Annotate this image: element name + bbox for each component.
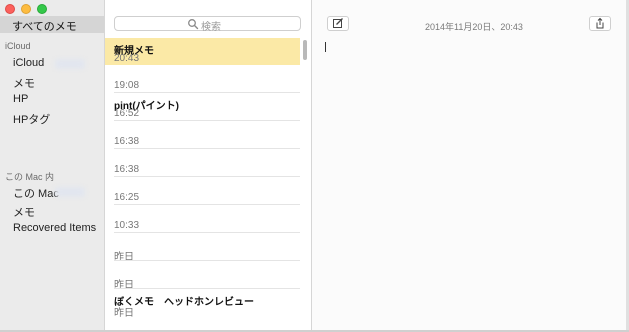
- window-controls: [5, 4, 47, 14]
- note-item[interactable]: 16:25: [105, 177, 300, 205]
- search-input[interactable]: 検索: [114, 16, 301, 33]
- sidebar-item-hp-tag[interactable]: HPタグ: [13, 111, 50, 127]
- sidebar-item-on-mac[interactable]: この Mac: [13, 185, 83, 201]
- search-placeholder: 検索: [201, 22, 221, 33]
- note-date: 2014年11月20日、20:43: [425, 22, 523, 32]
- sidebar-item-memo[interactable]: メモ: [13, 75, 35, 91]
- minimize-window-button[interactable]: [21, 4, 31, 14]
- sidebar-section-on-mac: この Mac 内: [5, 172, 55, 182]
- sidebar-item-icloud[interactable]: iCloud: [13, 57, 83, 69]
- note-time: 19:08: [114, 80, 140, 91]
- note-time: 16:38: [114, 136, 140, 147]
- notes-list-scrollbar[interactable]: [303, 40, 307, 60]
- note-title: ぼくメモ ヘッドホンレビュー: [114, 297, 254, 308]
- note-item[interactable]: 新規メモ 20:43: [105, 38, 300, 65]
- sidebar-item-all-notes[interactable]: すべてのメモ: [0, 16, 104, 33]
- note-item[interactable]: 昨日: [105, 233, 300, 263]
- note-editor[interactable]: 2014年11月20日、20:43: [312, 0, 629, 332]
- note-time: 16:25: [114, 192, 140, 203]
- sidebar-item-hp[interactable]: HP: [13, 93, 28, 105]
- note-time: 20:43: [114, 53, 140, 64]
- notes-window: すべてのメモ iCloud iCloud メモ HP HPタグ この Mac 内…: [0, 0, 629, 332]
- note-item[interactable]: 10:33: [105, 205, 300, 233]
- note-time: 昨日: [114, 308, 134, 319]
- compose-icon: [333, 18, 343, 28]
- sidebar-item-mac-memo[interactable]: メモ: [13, 204, 35, 220]
- note-item[interactable]: pint(パイント) 16:52: [105, 93, 300, 121]
- note-time: 10:33: [114, 220, 140, 231]
- note-time: 16:38: [114, 164, 140, 175]
- sidebar: すべてのメモ iCloud iCloud メモ HP HPタグ この Mac 内…: [0, 0, 105, 332]
- sidebar-item-label: すべてのメモ: [12, 21, 77, 33]
- search-icon: [188, 19, 199, 30]
- new-note-button[interactable]: [327, 16, 349, 31]
- note-time: 16:52: [114, 108, 140, 119]
- share-icon: [596, 17, 604, 29]
- note-item[interactable]: 昨日: [105, 261, 300, 291]
- text-cursor: [325, 42, 326, 52]
- share-button[interactable]: [589, 16, 611, 31]
- note-item[interactable]: 19:08: [105, 65, 300, 93]
- sidebar-section-icloud: iCloud: [5, 41, 31, 51]
- maximize-window-button[interactable]: [37, 4, 47, 14]
- note-item[interactable]: ぼくメモ ヘッドホンレビュー 昨日: [105, 289, 300, 319]
- note-item[interactable]: 16:38: [105, 149, 300, 177]
- note-item[interactable]: 16:38: [105, 121, 300, 149]
- close-window-button[interactable]: [5, 4, 15, 14]
- notes-list: 検索 新規メモ 20:43 19:08 pint(パイント) 16:52 16:…: [105, 0, 312, 332]
- sidebar-item-recovered-items[interactable]: Recovered Items: [13, 222, 96, 234]
